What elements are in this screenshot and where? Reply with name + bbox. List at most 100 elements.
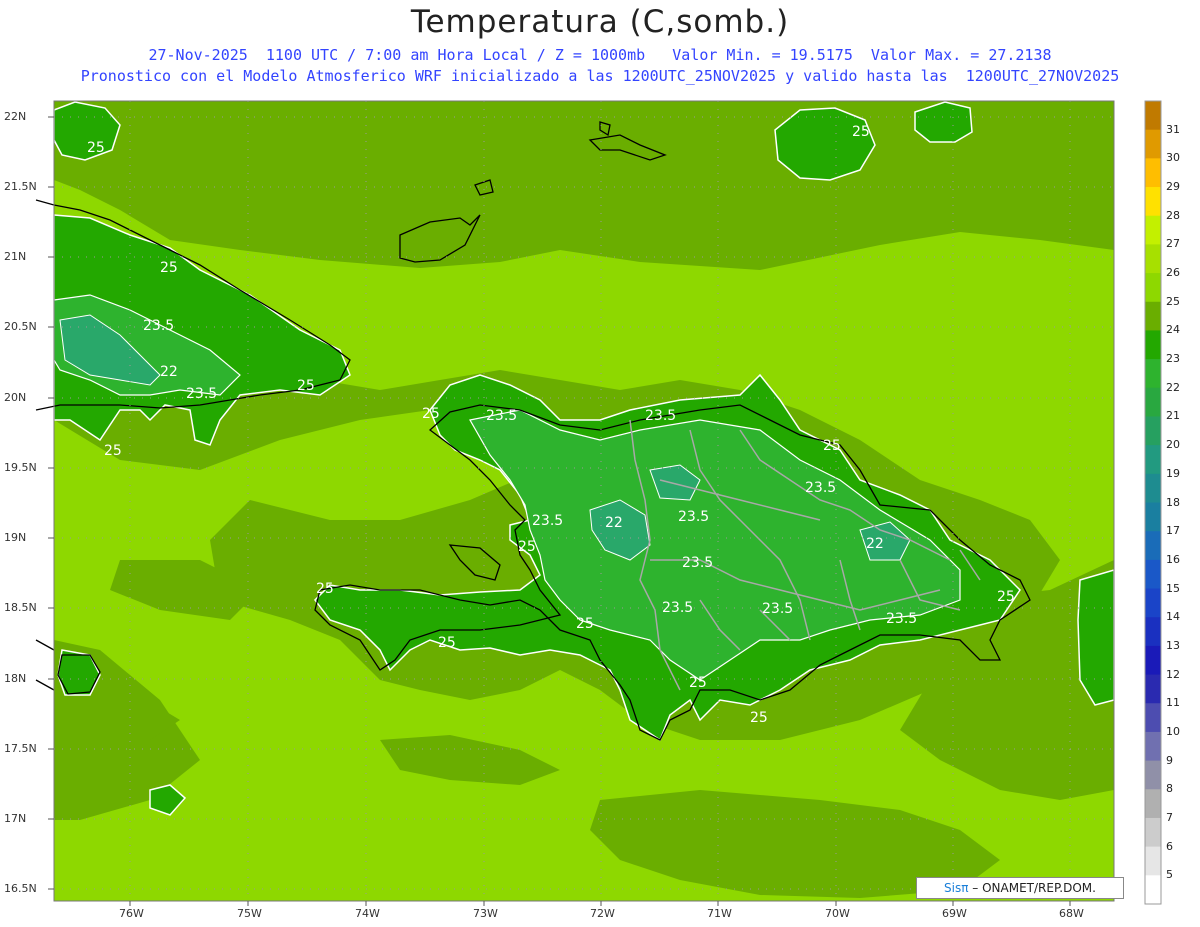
contour-label: 25: [750, 710, 768, 726]
lat-label: 17.5N: [4, 742, 37, 755]
colorbar-swatch: [1145, 445, 1161, 475]
colorbar-swatch: [1145, 703, 1161, 733]
colorbar-label: 12: [1166, 667, 1180, 681]
puerto-rico-field: [1077, 568, 1115, 706]
lon-label: 70W: [825, 907, 850, 920]
colorbar-swatch: [1145, 559, 1161, 590]
colorbar-label: 28: [1166, 208, 1180, 222]
colorbar-swatch: [1145, 301, 1161, 331]
colorbar-swatch: [1145, 875, 1161, 905]
lon-label: 75W: [237, 907, 262, 920]
colorbar-swatch: [1145, 387, 1161, 417]
contour-label: 25: [297, 378, 315, 394]
lon-label: 73W: [473, 907, 498, 920]
colorbar-swatch: [1145, 817, 1161, 848]
lat-label: 22N: [4, 110, 27, 123]
credit-logo: Sisπ: [944, 881, 969, 895]
lon-label: 69W: [942, 907, 967, 920]
colorbar-swatch: [1145, 416, 1161, 446]
colorbar-label: 19: [1166, 466, 1180, 480]
lon-label: 68W: [1059, 907, 1084, 920]
colorbar-label: 10: [1166, 724, 1180, 738]
colorbar-swatch: [1145, 473, 1161, 503]
lat-label: 18.5N: [4, 601, 37, 614]
contour-label: 25: [518, 539, 536, 555]
colorbar-label: 18: [1166, 495, 1180, 509]
colorbar-label: 8: [1166, 782, 1173, 796]
colorbar-label: 15: [1166, 581, 1180, 595]
contour-label: 25: [422, 406, 440, 422]
contour-label: 25: [316, 581, 334, 597]
colorbar-label: 21: [1166, 409, 1180, 423]
colorbar-swatch: [1145, 101, 1161, 131]
colorbar-label: 13: [1166, 638, 1180, 652]
colorbar-swatch: [1145, 129, 1161, 159]
colorbar-label: 6: [1166, 839, 1173, 853]
colorbar-label: 20: [1166, 438, 1180, 452]
contour-label: 25: [823, 438, 841, 454]
colorbar-swatch: [1145, 244, 1161, 274]
contour-label: 25: [852, 124, 870, 140]
lon-label: 74W: [355, 907, 380, 920]
colorbar-swatch: [1145, 187, 1161, 217]
lat-label: 19.5N: [4, 461, 37, 474]
contour-label: 23.5: [662, 600, 693, 616]
contour-label: 25: [87, 140, 105, 156]
colorbar-label: 27: [1166, 237, 1180, 251]
colorbar-swatch: [1145, 359, 1161, 389]
colorbar-swatch: [1145, 645, 1161, 676]
colorbar-label: 29: [1166, 180, 1180, 194]
contour-label: 23.5: [186, 386, 217, 402]
contour-label: 22: [866, 536, 884, 552]
colorbar-swatch: [1145, 617, 1161, 647]
colorbar-swatch: [1145, 502, 1161, 532]
contour-label: 23.5: [532, 513, 563, 529]
lat-label: 17N: [4, 812, 27, 825]
lat-label: 18N: [4, 672, 27, 685]
colorbar-label: 25: [1166, 294, 1180, 308]
contour-label: 25: [438, 635, 456, 651]
colorbar-label: 9: [1166, 753, 1173, 767]
colorbar-label: 17: [1166, 524, 1180, 538]
contour-label: 25: [997, 589, 1015, 605]
colorbar-label: 30: [1166, 151, 1180, 165]
contour-label: 23.5: [805, 480, 836, 496]
colorbar-label: 31: [1166, 122, 1180, 136]
contour-label: 22: [160, 364, 178, 380]
contour-label: 25: [689, 675, 707, 691]
lat-label: 20.5N: [4, 320, 37, 333]
lon-label: 72W: [590, 907, 615, 920]
colorbar-label: 24: [1166, 323, 1180, 337]
contour-label: 25: [576, 616, 594, 632]
colorbar-swatch: [1145, 531, 1161, 561]
colorbar-swatch: [1145, 846, 1161, 876]
contour-label: 25: [160, 260, 178, 276]
colorbar-swatch: [1145, 158, 1161, 188]
north-island-field: [774, 107, 876, 181]
contour-label: 22: [605, 515, 623, 531]
lon-label: 71W: [707, 907, 732, 920]
credit-box: Sisπ – ONAMET/REP.DOM.: [916, 877, 1124, 899]
colorbar-swatch: [1145, 215, 1161, 245]
contour-label: 23.5: [762, 601, 793, 617]
lon-label: 76W: [119, 907, 144, 920]
contour-label: 23.5: [486, 408, 517, 424]
colorbar-swatch: [1145, 330, 1161, 360]
colorbar-swatch: [1145, 273, 1161, 303]
lat-label: 19N: [4, 531, 27, 544]
contour-label: 23.5: [886, 611, 917, 627]
contour-label: 23.5: [678, 509, 709, 525]
colorbar-label: 14: [1166, 610, 1180, 624]
colorbar-label: 22: [1166, 380, 1180, 394]
colorbar-swatch: [1145, 789, 1161, 819]
colorbar-label: 23: [1166, 352, 1180, 366]
colorbar-swatch: [1145, 674, 1161, 704]
contour-label: 23.5: [143, 318, 174, 334]
colorbar-label: 5: [1166, 868, 1173, 882]
colorbar-swatch: [1145, 731, 1161, 762]
credit-text: – ONAMET/REP.DOM.: [972, 881, 1096, 895]
contour-label: 23.5: [682, 555, 713, 571]
contour-label: 23.5: [645, 408, 676, 424]
colorbar-label: 16: [1166, 552, 1180, 566]
colorbar: [1144, 100, 1162, 905]
